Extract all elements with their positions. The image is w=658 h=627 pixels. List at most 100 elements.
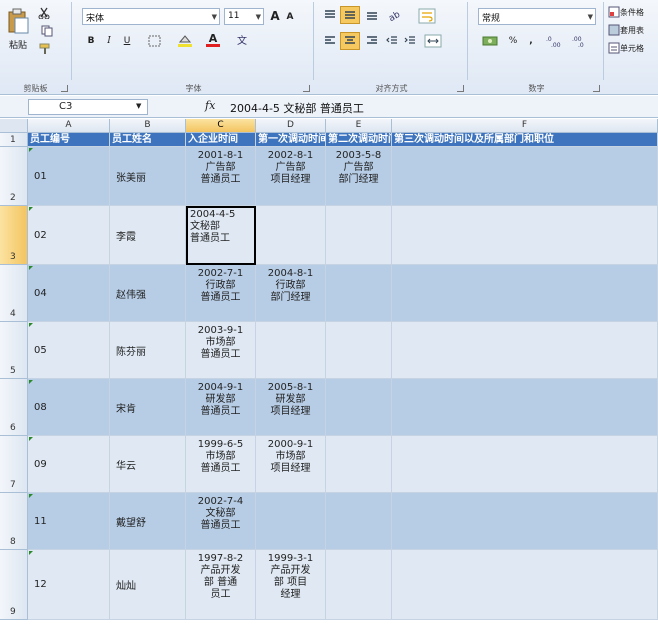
insert-function-button[interactable]: fx xyxy=(205,99,215,112)
table-row-cell-e[interactable] xyxy=(326,379,392,436)
table-row-cell-d[interactable] xyxy=(256,493,326,550)
align-center-icon[interactable] xyxy=(340,32,360,50)
table-row-cell-d[interactable]: 2004-8-1 行政部 部门经理 xyxy=(256,265,326,322)
table-row-cell-e[interactable] xyxy=(326,265,392,322)
row-header-3[interactable]: 3 xyxy=(0,206,28,265)
font-size-combo[interactable]: 11 ▼ xyxy=(224,8,264,25)
table-row-cell-id[interactable]: 01 xyxy=(28,147,110,206)
table-row-cell-d[interactable] xyxy=(256,206,326,265)
header-cell-d[interactable]: 第一次调动时间 xyxy=(256,133,326,147)
decrease-indent-icon[interactable] xyxy=(384,34,400,48)
table-row-cell-id[interactable]: 05 xyxy=(28,322,110,379)
column-header-f[interactable]: F xyxy=(392,119,658,133)
paste-label[interactable]: 粘贴 xyxy=(4,38,32,51)
chevron-down-icon[interactable]: ▼ xyxy=(136,102,141,110)
paste-button[interactable] xyxy=(4,4,32,38)
table-row-cell-id[interactable]: 02 xyxy=(28,206,110,265)
row-header-5[interactable]: 5 xyxy=(0,322,28,379)
table-row-cell-name[interactable]: 灿灿 xyxy=(110,550,186,620)
row-header-8[interactable]: 8 xyxy=(0,493,28,550)
merge-center-icon[interactable] xyxy=(422,32,444,50)
table-row-cell-id[interactable]: 12 xyxy=(28,550,110,620)
underline-button[interactable]: U xyxy=(120,34,134,48)
clipboard-launcher-icon[interactable] xyxy=(61,85,68,92)
table-row-cell-f[interactable] xyxy=(392,265,658,322)
wrap-text-icon[interactable] xyxy=(416,6,438,26)
row-header-6[interactable]: 6 xyxy=(0,379,28,436)
table-row-cell-f[interactable] xyxy=(392,550,658,620)
table-row-cell-d[interactable]: 2005-8-1 研发部 项目经理 xyxy=(256,379,326,436)
comma-button[interactable]: , xyxy=(524,34,538,48)
column-header-a[interactable]: A xyxy=(28,119,110,133)
header-cell-f[interactable]: 第三次调动时间以及所属部门和职位 xyxy=(392,133,658,147)
table-row-cell-f[interactable] xyxy=(392,147,658,206)
column-header-e[interactable]: E xyxy=(326,119,392,133)
bold-button[interactable]: B xyxy=(84,34,98,48)
row-header-2[interactable]: 2 xyxy=(0,147,28,206)
table-row-cell-name[interactable]: 赵伟强 xyxy=(110,265,186,322)
row-header-9[interactable]: 9 xyxy=(0,550,28,620)
percent-button[interactable]: % xyxy=(506,34,520,48)
row-header-4[interactable]: 4 xyxy=(0,265,28,322)
align-left-icon[interactable] xyxy=(322,34,338,48)
table-row-cell-f[interactable] xyxy=(392,493,658,550)
align-right-icon[interactable] xyxy=(364,34,380,48)
table-row-cell-c[interactable]: 2001-8-1 广告部 普通员工 xyxy=(186,147,256,206)
table-row-cell-name[interactable]: 张美丽 xyxy=(110,147,186,206)
column-header-c[interactable]: C xyxy=(186,119,256,133)
table-row-cell-id[interactable]: 08 xyxy=(28,379,110,436)
format-as-table-button[interactable]: 套用表 xyxy=(608,22,658,38)
grow-font-button[interactable]: A xyxy=(268,9,282,23)
table-row-cell-f[interactable] xyxy=(392,206,658,265)
italic-button[interactable]: I xyxy=(102,34,116,48)
number-format-combo[interactable]: 常规 ▼ xyxy=(478,8,596,25)
table-row-cell-f[interactable] xyxy=(392,322,658,379)
number-launcher-icon[interactable] xyxy=(593,85,600,92)
table-row-cell-c[interactable]: 1997-8-2 产品开发 部 普通 员工 xyxy=(186,550,256,620)
table-row-cell-e[interactable] xyxy=(326,206,392,265)
table-row-cell-id[interactable]: 09 xyxy=(28,436,110,493)
cut-icon[interactable] xyxy=(36,6,52,20)
table-row-cell-e[interactable] xyxy=(326,322,392,379)
table-row-cell-e[interactable] xyxy=(326,493,392,550)
fill-color-icon[interactable] xyxy=(174,34,196,48)
shrink-font-button[interactable]: A xyxy=(284,11,296,23)
align-bottom-icon[interactable] xyxy=(364,8,380,22)
table-row-cell-name[interactable]: 华云 xyxy=(110,436,186,493)
formula-input[interactable]: 2004-4-5 文秘部 普通员工 xyxy=(222,99,658,115)
table-row-cell-d[interactable]: 2000-9-1 市场部 项目经理 xyxy=(256,436,326,493)
table-row-cell-name[interactable]: 李霞 xyxy=(110,206,186,265)
align-middle-icon[interactable] xyxy=(340,6,360,24)
header-cell-a[interactable]: 员工编号 xyxy=(28,133,110,147)
alignment-launcher-icon[interactable] xyxy=(457,85,464,92)
table-row-cell-c[interactable]: 2003-9-1 市场部 普通员工 xyxy=(186,322,256,379)
format-painter-icon[interactable] xyxy=(36,42,56,56)
increase-decimal-icon[interactable]: .0.00 xyxy=(544,34,566,48)
orientation-icon[interactable]: ab xyxy=(386,8,404,22)
table-row-cell-name[interactable]: 戴望舒 xyxy=(110,493,186,550)
phonetic-icon[interactable]: 文 xyxy=(232,32,254,48)
row-header-7[interactable]: 7 xyxy=(0,436,28,493)
table-row-cell-id[interactable]: 11 xyxy=(28,493,110,550)
row-header-1[interactable]: 1 xyxy=(0,133,28,147)
header-cell-e[interactable]: 第二次调动时间 xyxy=(326,133,392,147)
table-row-cell-e[interactable] xyxy=(326,436,392,493)
table-row-cell-e[interactable]: 2003-5-8 广告部 部门经理 xyxy=(326,147,392,206)
table-row-cell-name[interactable]: 陈芬丽 xyxy=(110,322,186,379)
table-row-cell-id[interactable]: 04 xyxy=(28,265,110,322)
increase-indent-icon[interactable] xyxy=(402,34,418,48)
align-top-icon[interactable] xyxy=(322,8,338,22)
header-cell-b[interactable]: 员工姓名 xyxy=(110,133,186,147)
conditional-format-button[interactable]: 条件格 xyxy=(608,4,658,20)
table-row-cell-c[interactable]: 2002-7-4 文秘部 普通员工 xyxy=(186,493,256,550)
table-row-cell-f[interactable] xyxy=(392,379,658,436)
column-header-d[interactable]: D xyxy=(256,119,326,133)
font-color-button[interactable]: A xyxy=(202,32,224,48)
name-box[interactable]: C3 xyxy=(28,99,148,115)
border-icon[interactable] xyxy=(144,34,166,48)
table-row-cell-f[interactable] xyxy=(392,436,658,493)
select-all-corner[interactable] xyxy=(0,119,28,133)
copy-icon[interactable] xyxy=(36,24,60,38)
currency-icon[interactable] xyxy=(480,34,502,48)
table-row-cell-c[interactable]: 2002-7-1 行政部 普通员工 xyxy=(186,265,256,322)
